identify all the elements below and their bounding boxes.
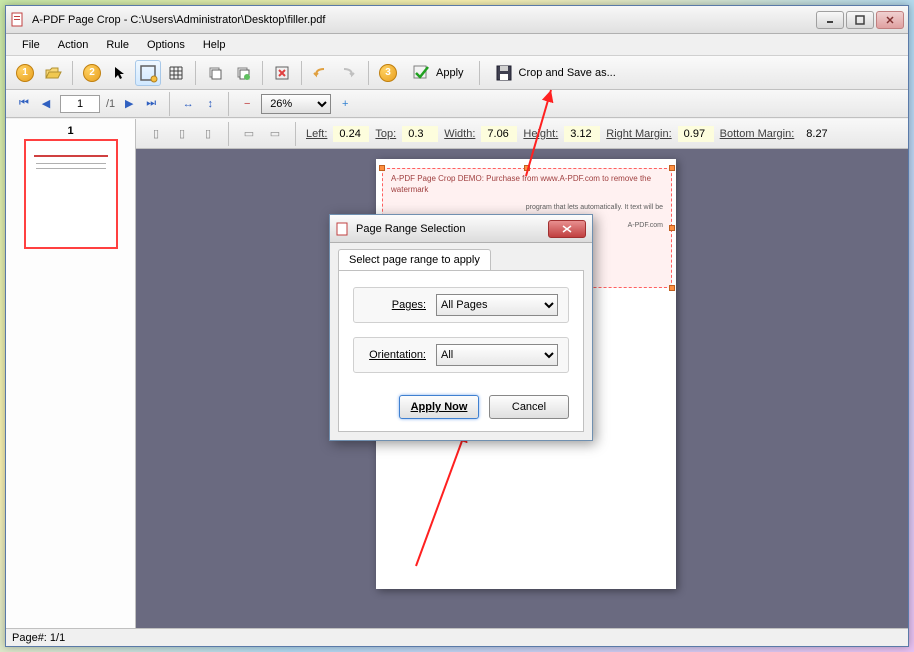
pages-label: Pages: <box>364 299 426 311</box>
right-margin-value[interactable]: 0.97 <box>678 126 714 142</box>
right-margin-label: Right Margin: <box>606 128 671 140</box>
paste-button[interactable] <box>230 60 256 86</box>
titlebar[interactable]: A-PDF Page Crop - C:\Users\Administrator… <box>6 6 908 34</box>
crop-properties-bar: ▯ ▯ ▯ ▭ ▭ Left: 0.24 Top: 0.3 Width: 7.0… <box>136 119 908 149</box>
nav-toolbar: ⏮ ◀ /1 ▶ ⏭ ↔ ↕ − 26% + <box>6 90 908 118</box>
status-text: Page#: 1/1 <box>12 632 65 644</box>
zoom-select[interactable]: 26% <box>261 94 331 114</box>
zoom-out-button[interactable]: − <box>239 96 255 112</box>
orientation-select[interactable]: All <box>436 344 558 366</box>
height-value[interactable]: 3.12 <box>564 126 600 142</box>
step-2-badge: 2 <box>79 60 105 86</box>
step-1-badge: 1 <box>12 60 38 86</box>
dialog-icon <box>336 222 350 236</box>
thumbnail-1[interactable] <box>24 139 118 249</box>
top-value[interactable]: 0.3 <box>402 126 438 142</box>
left-label: Left: <box>306 128 327 140</box>
dialog-body: Pages: All Pages Orientation: All Apply … <box>338 270 584 432</box>
next-page-button[interactable]: ▶ <box>121 96 137 112</box>
handle-n[interactable] <box>524 165 530 171</box>
tab-select-range[interactable]: Select page range to apply <box>338 249 491 270</box>
last-page-button[interactable]: ⏭ <box>143 96 159 112</box>
dialog-close-button[interactable] <box>548 220 586 238</box>
handle-ne[interactable] <box>669 165 675 171</box>
top-label: Top: <box>375 128 396 140</box>
orientation-field: Orientation: All <box>353 337 569 373</box>
prev-page-button[interactable]: ◀ <box>38 96 54 112</box>
pages-field: Pages: All Pages <box>353 287 569 323</box>
width-value[interactable]: 7.06 <box>481 126 517 142</box>
step-3-badge: 3 <box>375 60 401 86</box>
menu-action[interactable]: Action <box>50 37 97 53</box>
main-toolbar: 1 2 3 Apply Crop and Save as... <box>6 56 908 90</box>
zoom-in-button[interactable]: + <box>337 96 353 112</box>
copy-button[interactable] <box>202 60 228 86</box>
redo-button[interactable] <box>336 60 362 86</box>
close-button[interactable] <box>876 11 904 29</box>
apply-button[interactable]: Apply <box>403 60 473 86</box>
dist-h-icon[interactable]: ▭ <box>239 124 259 144</box>
menu-rule[interactable]: Rule <box>98 37 137 53</box>
statusbar: Page#: 1/1 <box>6 628 908 646</box>
page-input[interactable] <box>60 95 100 113</box>
align-right-icon[interactable]: ▯ <box>198 124 218 144</box>
handle-e[interactable] <box>669 225 675 231</box>
app-icon <box>10 12 26 28</box>
menu-file[interactable]: File <box>14 37 48 53</box>
watermark-text: A-PDF Page Crop DEMO: Purchase from www.… <box>383 169 671 199</box>
dialog-title: Page Range Selection <box>356 223 548 235</box>
apply-now-button[interactable]: Apply Now <box>399 395 479 419</box>
fit-page-button[interactable]: ↕ <box>202 96 218 112</box>
undo-button[interactable] <box>308 60 334 86</box>
floppy-icon <box>495 64 513 82</box>
delete-button[interactable] <box>269 60 295 86</box>
menubar: File Action Rule Options Help <box>6 34 908 56</box>
width-label: Width: <box>444 128 475 140</box>
window-title: A-PDF Page Crop - C:\Users\Administrator… <box>32 14 816 26</box>
first-page-button[interactable]: ⏮ <box>16 96 32 112</box>
crop-save-label: Crop and Save as... <box>519 67 616 79</box>
minimize-button[interactable] <box>816 11 844 29</box>
orientation-label: Orientation: <box>364 349 426 361</box>
window-controls <box>816 11 904 29</box>
handle-nw[interactable] <box>379 165 385 171</box>
checkmark-icon <box>412 64 430 82</box>
bottom-margin-value[interactable]: 8.27 <box>800 126 836 142</box>
align-center-icon[interactable]: ▯ <box>172 124 192 144</box>
menu-help[interactable]: Help <box>195 37 234 53</box>
pages-select[interactable]: All Pages <box>436 294 558 316</box>
left-value[interactable]: 0.24 <box>333 126 369 142</box>
maximize-button[interactable] <box>846 11 874 29</box>
page-range-dialog: Page Range Selection Select page range t… <box>329 214 593 441</box>
align-left-icon[interactable]: ▯ <box>146 124 166 144</box>
fit-width-button[interactable]: ↔ <box>180 96 196 112</box>
height-label: Height: <box>523 128 558 140</box>
crop-save-button[interactable]: Crop and Save as... <box>486 60 625 86</box>
grid-tool[interactable] <box>163 60 189 86</box>
dialog-titlebar[interactable]: Page Range Selection <box>330 215 592 243</box>
bottom-margin-label: Bottom Margin: <box>720 128 795 140</box>
dist-v-icon[interactable]: ▭ <box>265 124 285 144</box>
dialog-tabs: Select page range to apply <box>330 243 592 270</box>
crop-rect-tool[interactable] <box>135 60 161 86</box>
cancel-button[interactable]: Cancel <box>489 395 569 419</box>
dialog-buttons: Apply Now Cancel <box>353 387 569 419</box>
handle-se[interactable] <box>669 285 675 291</box>
thumbnail-panel: 1 <box>6 119 136 628</box>
apply-label: Apply <box>436 67 464 79</box>
thumb-page-number: 1 <box>12 125 129 137</box>
menu-options[interactable]: Options <box>139 37 193 53</box>
page-total: /1 <box>106 98 115 110</box>
main-window: A-PDF Page Crop - C:\Users\Administrator… <box>5 5 909 647</box>
open-button[interactable] <box>40 60 66 86</box>
pointer-tool[interactable] <box>107 60 133 86</box>
